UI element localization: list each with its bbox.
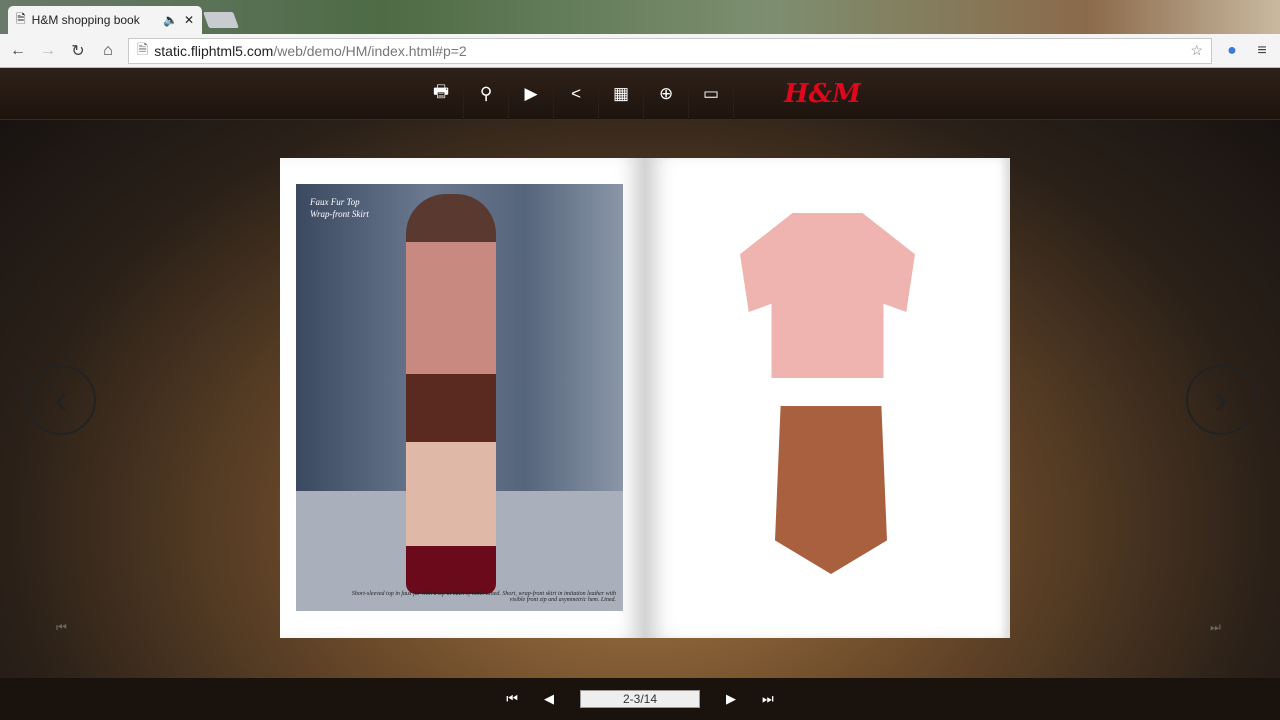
page-left[interactable]: Faux Fur Top Wrap-front Skirt Short-slee… bbox=[280, 158, 645, 638]
thumbnails-icon[interactable]: ▦ bbox=[599, 67, 645, 120]
next-page-arrow[interactable]: › bbox=[1186, 365, 1256, 435]
url-host: static.fliphtml5.com bbox=[154, 42, 274, 59]
page-number-input[interactable]: 2-3/14 bbox=[580, 690, 700, 708]
page-icon: 🗎 bbox=[137, 40, 149, 57]
audio-icon[interactable]: 🔈 bbox=[163, 13, 178, 27]
caption-line: Wrap-front Skirt bbox=[310, 209, 369, 219]
flipbook-toolbar: 🖶 ⚲ ▶ < ▦ ⊕ ▭ H&M bbox=[0, 67, 1280, 120]
last-page-icon[interactable]: ⏭ bbox=[762, 691, 774, 707]
product-description: Short-sleeved top in faux fur with a zip… bbox=[351, 591, 616, 603]
hm-logo: H&M bbox=[784, 78, 861, 109]
page-icon: 🗎 bbox=[16, 11, 26, 26]
caption-line: Faux Fur Top bbox=[310, 197, 360, 207]
bookmark-star-icon[interactable]: ☆ bbox=[1190, 42, 1203, 59]
fullscreen-icon[interactable]: ▭ bbox=[689, 67, 735, 120]
next-page-icon[interactable]: ▶ bbox=[726, 691, 736, 707]
browser-tab[interactable]: 🗎 H&M shopping book 🔈 ✕ bbox=[8, 6, 202, 34]
flipbook-viewer: 🖶 ⚲ ▶ < ▦ ⊕ ▭ H&M Faux Fur Top Wrap-fron… bbox=[0, 67, 1280, 720]
tab-title: H&M shopping book bbox=[31, 13, 140, 27]
last-page-faint-icon[interactable]: ⏭ bbox=[1210, 620, 1221, 635]
url-path: /web/demo/HM/index.html#p=2 bbox=[273, 42, 467, 59]
forward-button[interactable]: → bbox=[38, 42, 58, 60]
page-right[interactable] bbox=[645, 158, 1010, 638]
model-photo: Faux Fur Top Wrap-front Skirt Short-slee… bbox=[296, 184, 623, 611]
new-tab-button[interactable] bbox=[203, 12, 239, 28]
zoom-icon[interactable]: ⊕ bbox=[644, 67, 690, 120]
extension-icon[interactable]: ● bbox=[1222, 42, 1242, 60]
reload-button[interactable]: ↻ bbox=[68, 41, 88, 61]
first-page-icon[interactable]: ⏮ bbox=[506, 691, 518, 707]
book: Faux Fur Top Wrap-front Skirt Short-slee… bbox=[280, 158, 1010, 638]
tab-strip: 🗎 H&M shopping book 🔈 ✕ bbox=[0, 0, 1280, 34]
pager-bar: ⏮ ◀ 2-3/14 ▶ ⏭ bbox=[0, 678, 1280, 720]
close-tab-icon[interactable]: ✕ bbox=[184, 13, 194, 27]
prev-page-arrow[interactable]: ‹ bbox=[26, 365, 96, 435]
print-icon[interactable]: 🖶 bbox=[419, 67, 465, 120]
menu-icon[interactable]: ≡ bbox=[1252, 42, 1272, 60]
first-page-faint-icon[interactable]: ⏮ bbox=[56, 620, 67, 635]
top-product-image bbox=[740, 213, 915, 378]
address-bar[interactable]: 🗎 static.fliphtml5.com/web/demo/HM/index… bbox=[128, 37, 1212, 64]
browser-toolbar: ← → ↻ ⌂ 🗎 static.fliphtml5.com/web/demo/… bbox=[0, 34, 1280, 68]
search-icon[interactable]: ⚲ bbox=[464, 67, 510, 120]
back-button[interactable]: ← bbox=[8, 42, 28, 60]
home-button[interactable]: ⌂ bbox=[98, 42, 118, 60]
autoplay-icon[interactable]: ▶ bbox=[509, 67, 555, 120]
prev-page-icon[interactable]: ◀ bbox=[544, 691, 554, 707]
share-icon[interactable]: < bbox=[554, 67, 600, 120]
photo-caption: Faux Fur Top Wrap-front Skirt bbox=[310, 196, 369, 220]
skirt-product-image bbox=[775, 406, 887, 574]
